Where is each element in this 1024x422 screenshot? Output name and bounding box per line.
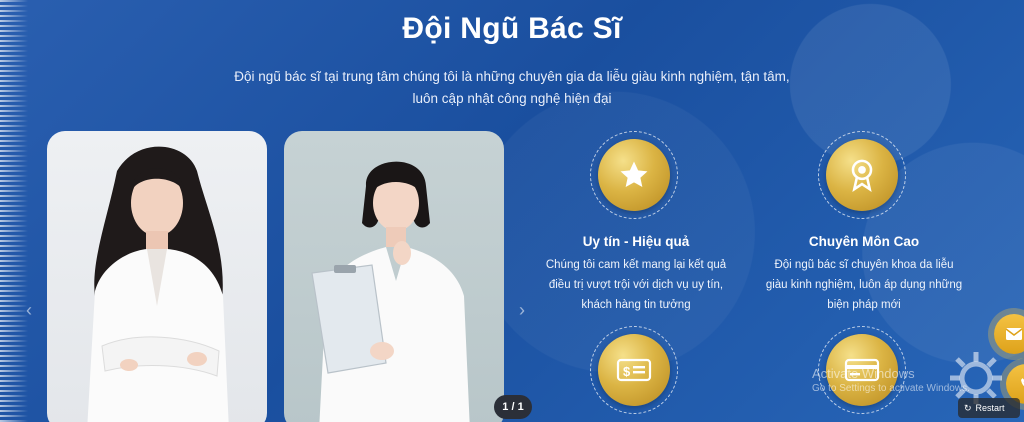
feature-title: Chuyên Môn Cao xyxy=(808,234,920,249)
mail-icon xyxy=(1005,328,1023,340)
refresh-icon: ↻ xyxy=(964,402,972,413)
feature-title: Uy tín - Hiệu quả xyxy=(582,234,690,249)
money-icon: $ xyxy=(598,334,670,406)
chevron-left-icon[interactable]: ‹ xyxy=(26,300,32,321)
award-badge-icon xyxy=(826,139,898,211)
section-title: Đội Ngũ Bác Sĩ xyxy=(402,12,622,45)
doctor-card[interactable] xyxy=(47,131,267,422)
restart-label: Restart xyxy=(975,403,1005,413)
watermark-title: Activate Windows xyxy=(812,366,915,381)
slider-pager[interactable]: 1 / 1 xyxy=(494,395,532,419)
section-subtitle: Đội ngũ bác sĩ tại trung tâm chúng tôi l… xyxy=(234,69,790,106)
doctor-photo xyxy=(87,146,229,422)
svg-text:$: $ xyxy=(623,364,631,379)
chevron-right-icon[interactable]: › xyxy=(519,300,525,321)
phone-icon xyxy=(1021,378,1024,387)
restart-button[interactable]: ↻ Restart xyxy=(958,398,1020,418)
star-icon xyxy=(598,139,670,211)
feature-text: Chúng tôi cam kết mang lại kết quả điều … xyxy=(545,259,727,311)
doctor-photo xyxy=(311,161,470,422)
doctor-card[interactable] xyxy=(284,131,504,422)
torn-edge-decoration xyxy=(0,0,28,422)
feature-text: Đội ngũ bác sĩ chuyên khoa da liễu giàu … xyxy=(765,259,963,311)
